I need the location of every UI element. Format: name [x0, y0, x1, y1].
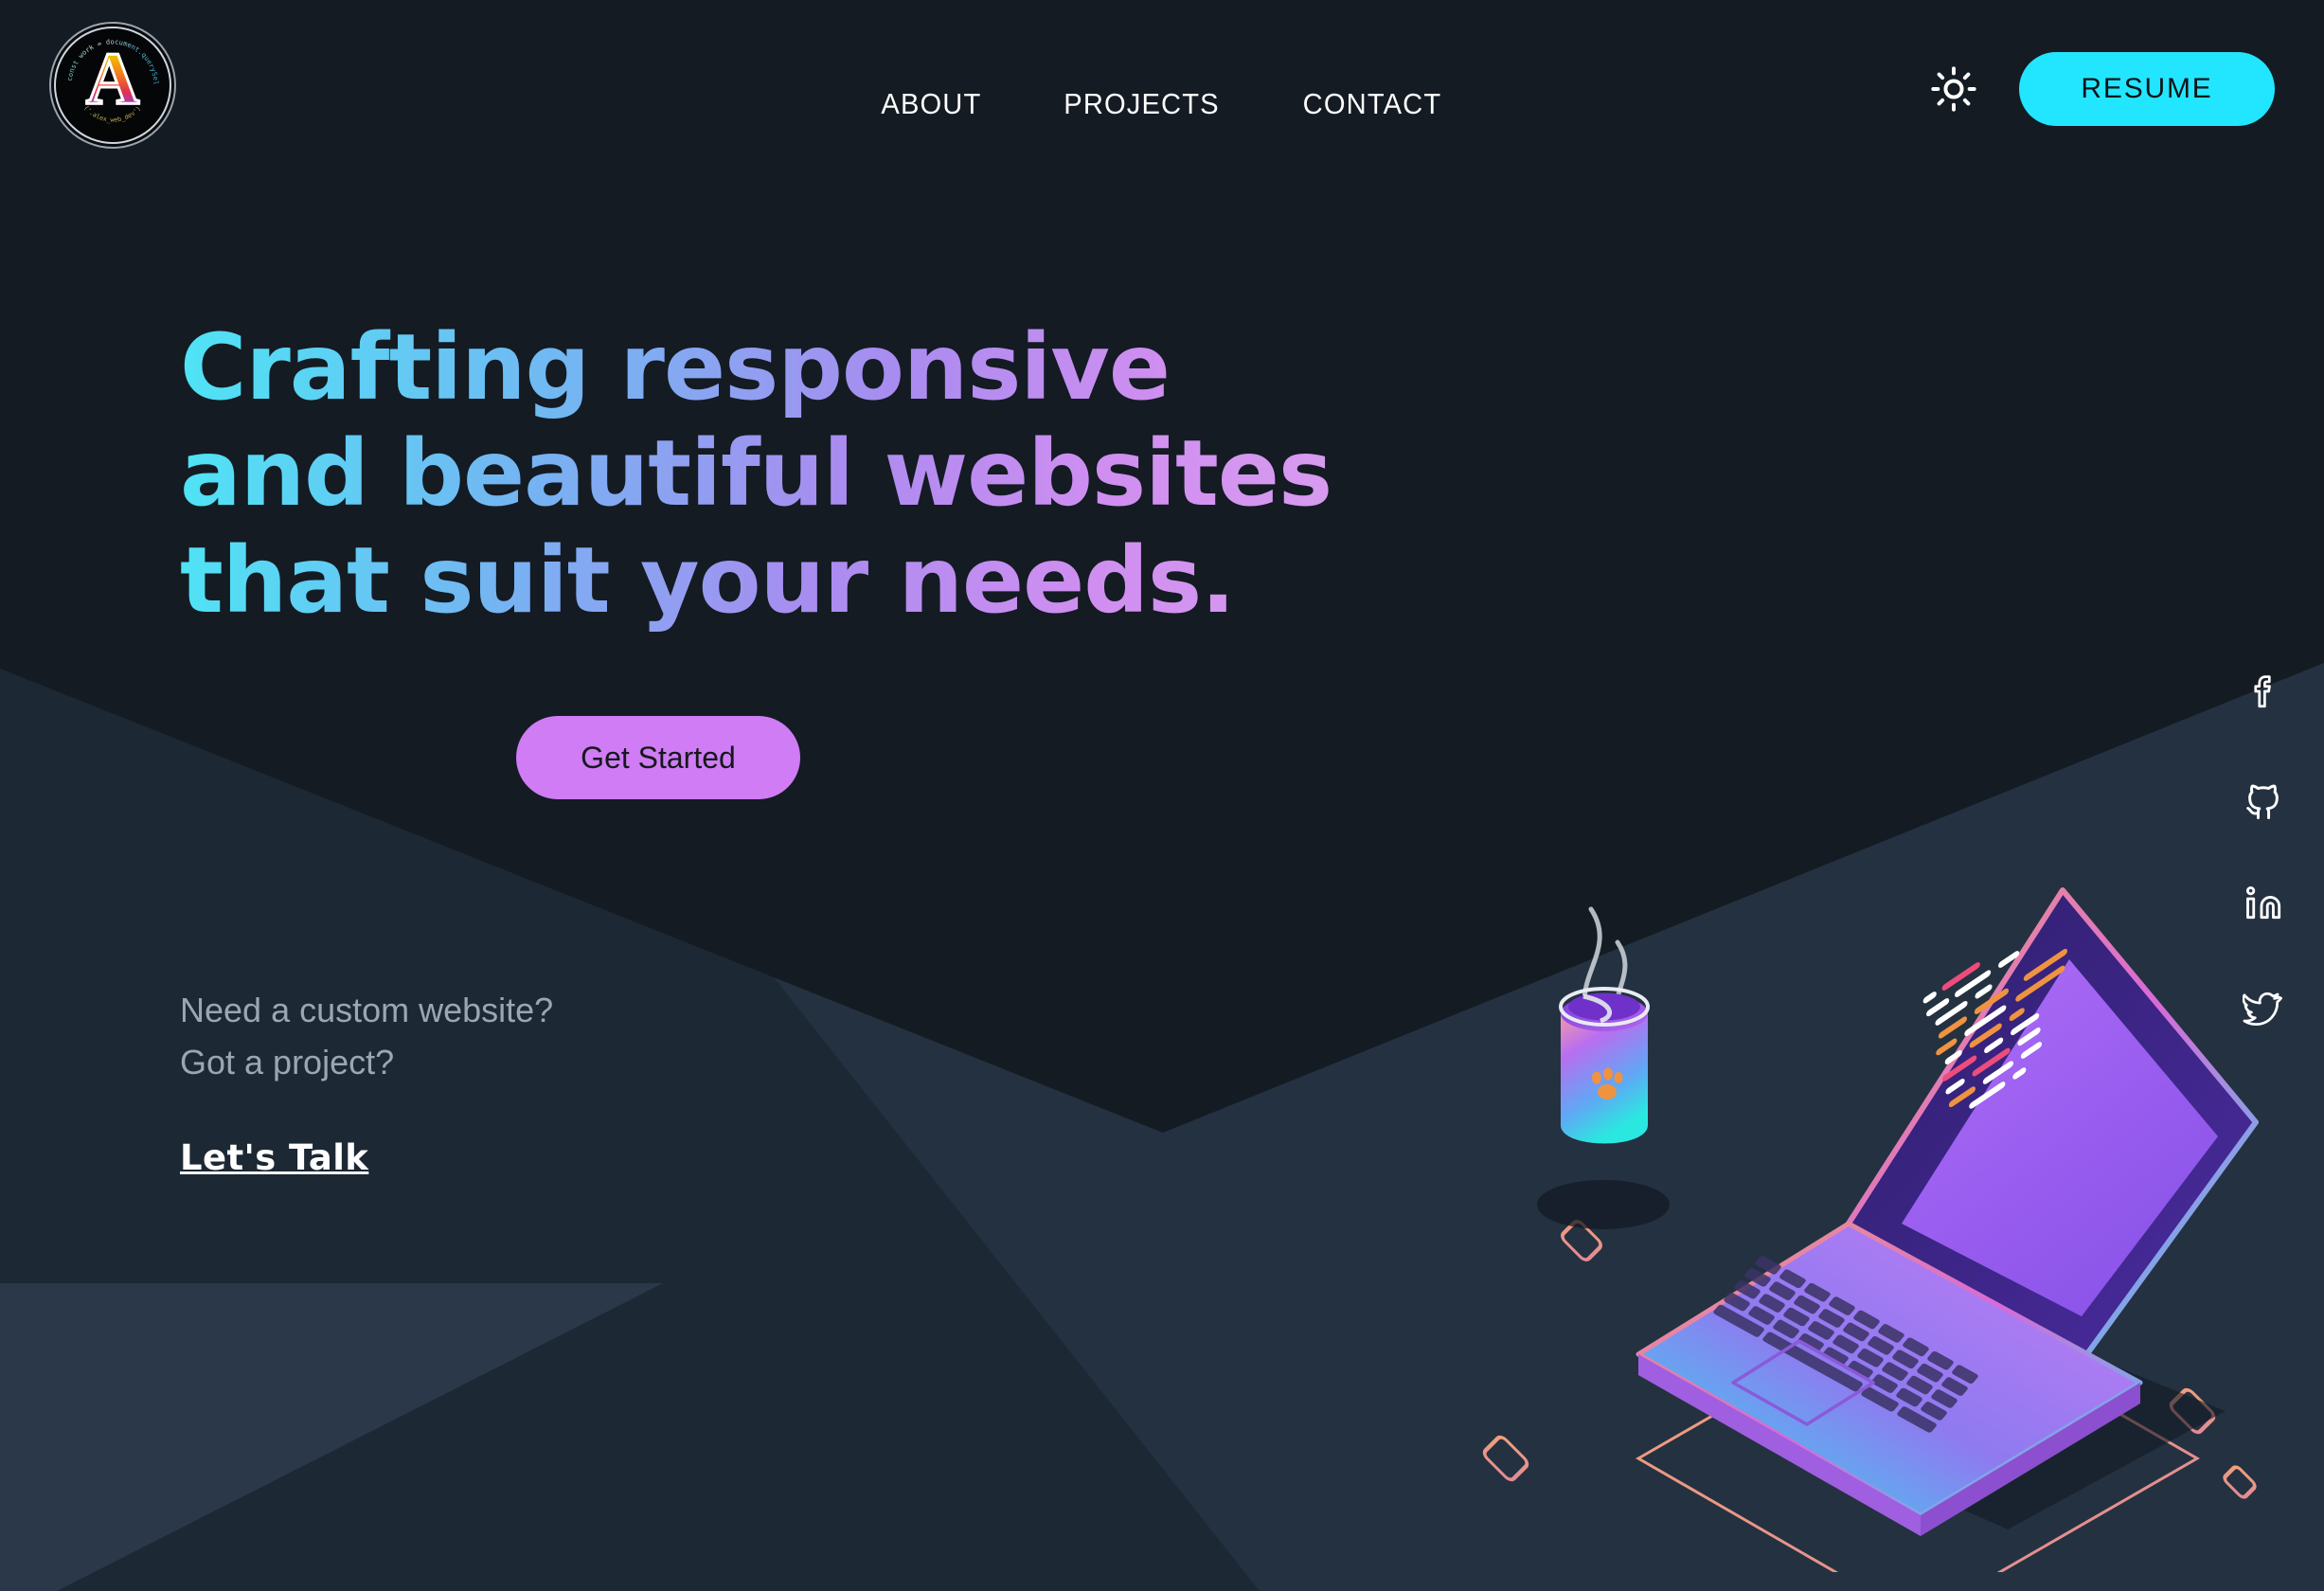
lets-talk-link[interactable]: Let's Talk: [180, 1137, 368, 1178]
header-actions: RESUME: [1928, 52, 2275, 126]
contact-line-1: Need a custom website?: [180, 991, 554, 1029]
social-link-twitter[interactable]: [2235, 981, 2292, 1038]
sun-icon: [1931, 66, 1976, 112]
nav-link-about[interactable]: ABOUT: [882, 87, 982, 121]
coffee-cup: [1559, 987, 1650, 1144]
social-links-rail: [2235, 663, 2292, 1038]
get-started-button[interactable]: Get Started: [516, 716, 800, 799]
resume-button[interactable]: RESUME: [2019, 52, 2275, 126]
social-link-facebook[interactable]: [2235, 663, 2292, 720]
contact-prompt: Need a custom website? Got a project? Le…: [180, 985, 553, 1178]
hero-illustration: [1477, 852, 2263, 1591]
hero-headline: Crafting responsive and beautiful websit…: [180, 314, 1332, 634]
logo[interactable]: const work = document.querySelectorAll (…: [54, 27, 171, 144]
site-header: const work = document.querySelectorAll (…: [0, 0, 2324, 208]
theme-toggle-button[interactable]: [1928, 63, 1979, 115]
logo-badge: const work = document.querySelectorAll (…: [54, 27, 171, 144]
isometric-laptop-illustration: [1482, 887, 2259, 1591]
contact-line-2: Got a project?: [180, 1042, 395, 1082]
headline-line-1: Crafting responsive: [180, 314, 1332, 420]
github-icon: [2246, 784, 2279, 819]
headline-line-3: that suit your needs.: [180, 527, 1332, 634]
twitter-icon: [2243, 992, 2283, 1026]
social-link-linkedin[interactable]: [2235, 875, 2292, 932]
nav-link-contact[interactable]: CONTACT: [1303, 87, 1442, 121]
cup-shadow: [1537, 1180, 1670, 1229]
headline-line-2: and beautiful websites: [180, 420, 1332, 527]
linkedin-icon: [2245, 885, 2281, 920]
social-link-github[interactable]: [2235, 769, 2292, 826]
facebook-icon: [2254, 675, 2271, 708]
nav-link-projects[interactable]: PROJECTS: [1064, 87, 1219, 121]
